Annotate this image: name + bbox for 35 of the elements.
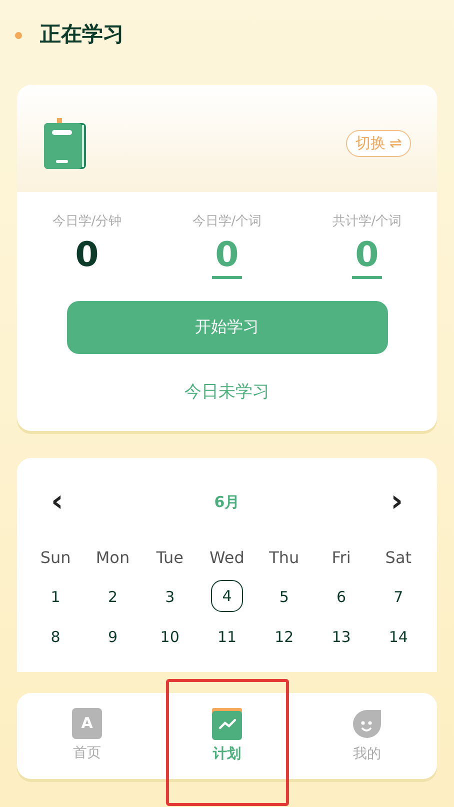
stat-label: 今日学/分钟 <box>52 213 122 231</box>
calendar-day[interactable]: 10 <box>160 626 180 646</box>
calendar-day[interactable]: 8 <box>50 626 60 646</box>
stat-label: 共计学/个词 <box>332 213 402 231</box>
book-icon: A <box>72 708 102 739</box>
weekday-label: Fri <box>330 547 352 566</box>
weekday-label: Sat <box>384 547 413 566</box>
bullet-icon <box>15 32 22 38</box>
previous-month-button[interactable]: ‹ <box>51 487 64 517</box>
calendar-day[interactable]: 9 <box>108 626 118 646</box>
calendar-day[interactable]: 4 <box>210 580 243 612</box>
chart-icon <box>212 708 242 740</box>
weekday-label: Mon <box>94 547 131 566</box>
calendar-day[interactable]: 12 <box>274 626 294 646</box>
stat-value: 0 <box>75 234 99 276</box>
weekday-label: Tue <box>155 547 185 566</box>
section-title: 正在学习 <box>40 21 124 48</box>
next-month-button[interactable]: › <box>390 487 403 517</box>
calendar-day[interactable]: 13 <box>332 626 351 646</box>
calendar-day[interactable]: 2 <box>108 586 118 606</box>
calendar-day[interactable]: 3 <box>165 586 175 606</box>
weekday-label: Wed <box>208 547 246 566</box>
notebook-icon <box>43 118 87 170</box>
calendar-day[interactable]: 7 <box>394 586 404 606</box>
stat-label: 今日学/个词 <box>192 213 262 231</box>
calendar-day[interactable]: 1 <box>50 586 60 606</box>
status-text: 今日未学习 <box>184 380 270 404</box>
weekday-label: Sun <box>39 547 72 566</box>
smiley-icon <box>351 708 383 740</box>
month-title: 6月 <box>214 492 240 513</box>
calendar-day[interactable]: 11 <box>217 626 237 646</box>
calendar-day[interactable]: 14 <box>388 626 408 646</box>
calendar-day[interactable]: 6 <box>336 586 346 606</box>
weekday-label: Thu <box>268 547 300 566</box>
calendar-day[interactable]: 5 <box>279 586 289 606</box>
